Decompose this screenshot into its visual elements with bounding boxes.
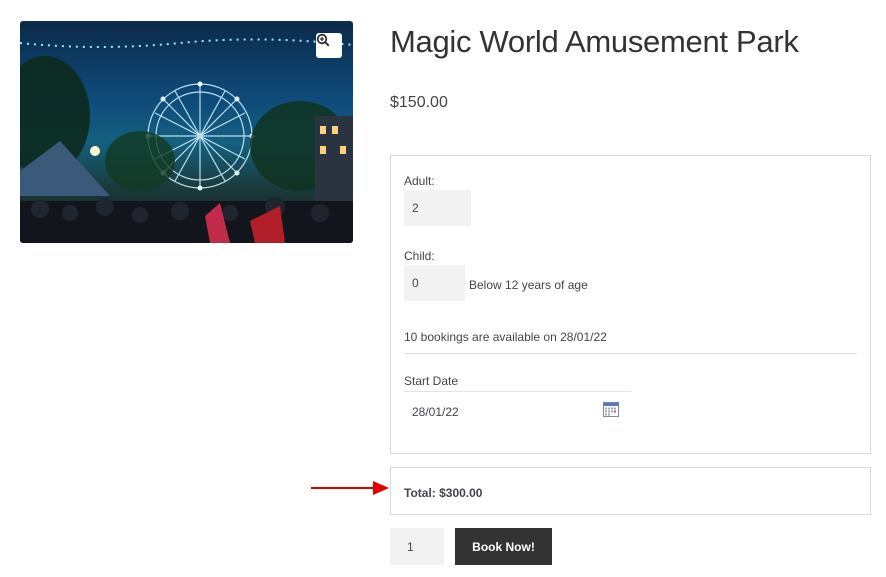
zoom-icon <box>316 33 330 47</box>
product-image[interactable] <box>20 21 353 243</box>
ferris-wheel-photo <box>20 38 353 243</box>
adult-label: Adult: <box>404 174 435 188</box>
adult-quantity-input[interactable] <box>404 190 471 226</box>
start-date-label: Start Date <box>404 374 459 388</box>
booking-form: Adult: Child: Below 12 years of age 10 b… <box>390 155 871 454</box>
total-box: Total: $300.00 <box>390 467 871 515</box>
availability-text: 10 bookings are available on 28/01/22 <box>404 330 607 344</box>
start-date-value: 28/01/22 <box>412 405 459 419</box>
total-price: Total: $300.00 <box>404 486 483 500</box>
zoom-button[interactable] <box>316 33 342 58</box>
divider <box>404 353 857 354</box>
start-date-input[interactable]: 28/01/22 <box>404 391 631 428</box>
product-price: $150.00 <box>390 94 448 111</box>
child-age-hint: Below 12 years of age <box>469 278 588 292</box>
cart-quantity-input[interactable] <box>390 528 444 565</box>
calendar-icon[interactable] <box>603 402 619 417</box>
child-label: Child: <box>404 249 435 263</box>
child-quantity-input[interactable] <box>404 265 465 301</box>
book-now-button[interactable]: Book Now! <box>455 528 552 565</box>
red-arrow-annotation <box>311 481 389 495</box>
product-title: Magic World Amusement Park <box>390 24 799 59</box>
